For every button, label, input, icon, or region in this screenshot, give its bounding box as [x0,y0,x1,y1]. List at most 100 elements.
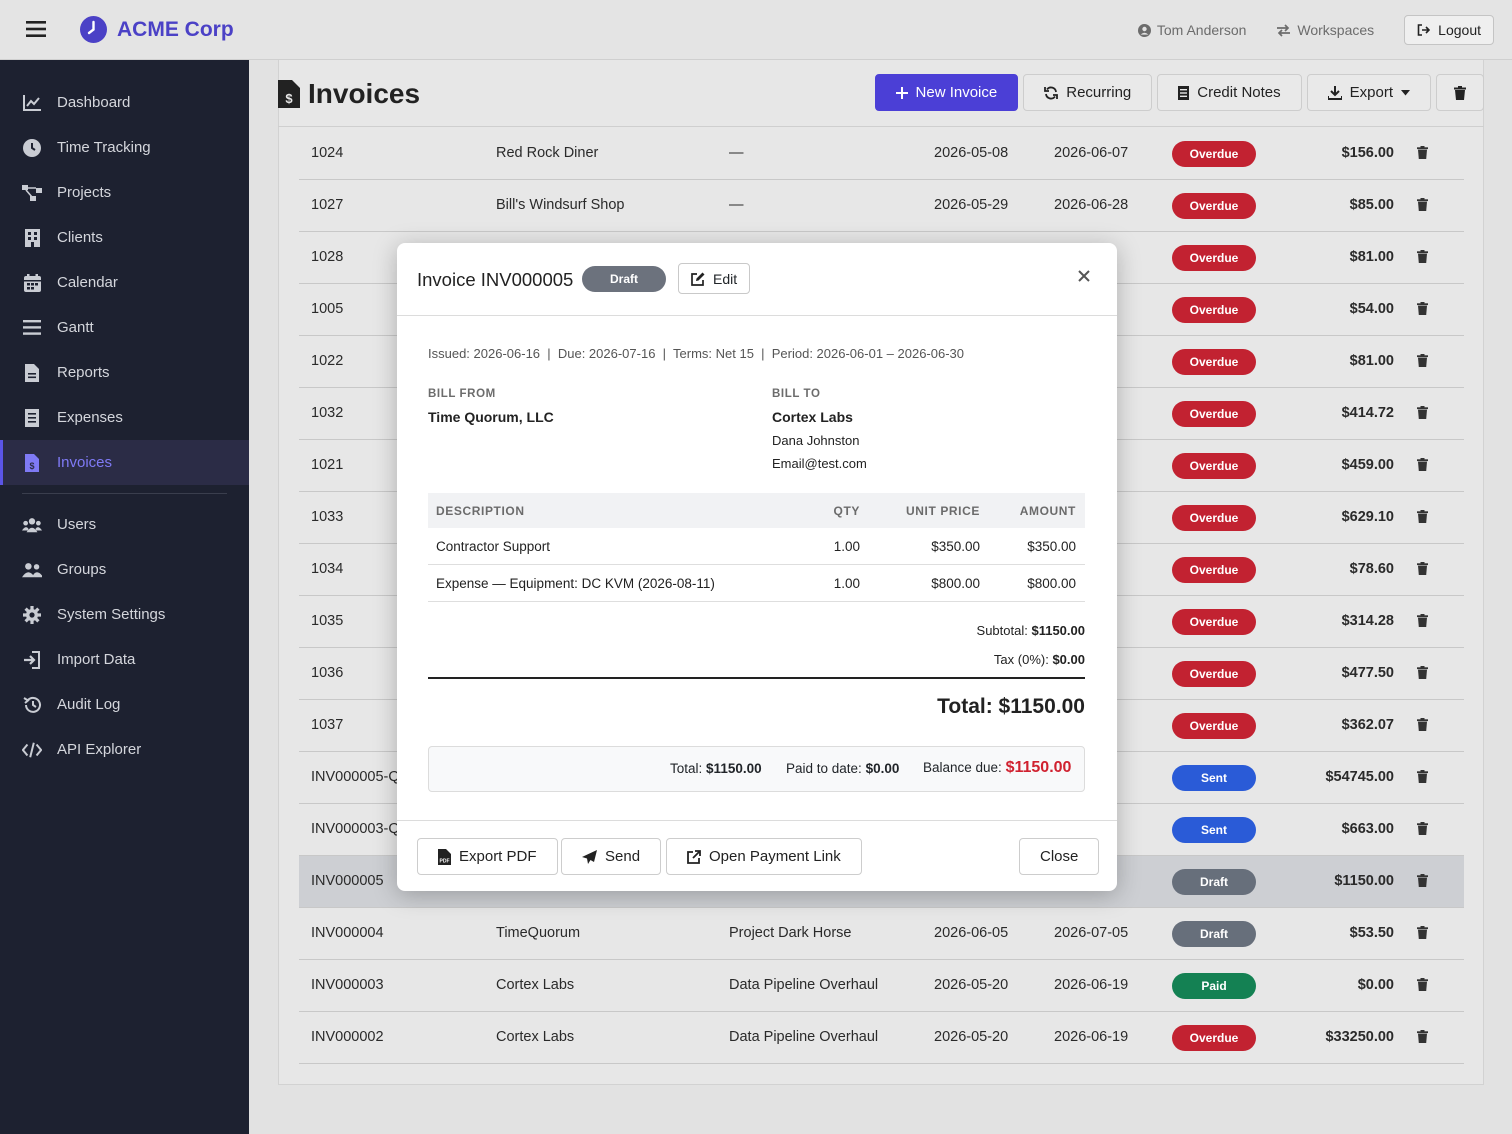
invoice-project: — [729,145,744,161]
invoice-amount: $459.00 [1341,457,1394,473]
sidebar-item-time-tracking[interactable]: Time Tracking [0,125,249,170]
invoice-amount: $0.00 [1357,977,1394,993]
sidebar-item-label: Clients [57,229,103,246]
edit-button[interactable]: Edit [678,263,751,294]
close-icon[interactable] [1077,269,1091,283]
logout-button[interactable]: Logout [1404,15,1494,45]
new-invoice-label: New Invoice [915,84,998,101]
sidebar-divider [22,493,227,494]
close-button[interactable]: Close [1019,838,1100,875]
user-group-icon [22,560,42,580]
invoice-amount: $156.00 [1341,145,1394,161]
trash-icon[interactable] [1417,406,1428,419]
sidebar-item-users[interactable]: Users [0,502,249,547]
sidebar-item-projects[interactable]: Projects [0,170,249,215]
col-description: DESCRIPTION [436,504,525,518]
trash-icon[interactable] [1417,822,1428,835]
sidebar-item-reports[interactable]: Reports [0,350,249,395]
workspaces-link[interactable]: Workspaces [1276,22,1374,38]
trash-icon[interactable] [1417,354,1428,367]
receipt-icon [22,408,42,428]
invoice-client: Red Rock Diner [496,145,599,161]
status-badge: Overdue [1172,609,1256,635]
trash-icon[interactable] [1417,198,1428,211]
trash-icon[interactable] [1417,666,1428,679]
sidebar-item-dashboard[interactable]: Dashboard [0,80,249,125]
sidebar-item-label: Reports [57,364,110,381]
invoice-amount: $85.00 [1349,197,1394,213]
trash-icon[interactable] [1417,510,1428,523]
trash-icon[interactable] [1417,302,1428,315]
sidebar-item-groups[interactable]: Groups [0,547,249,592]
trash-icon[interactable] [1417,770,1428,783]
trash-icon[interactable] [1417,146,1428,159]
trash-icon[interactable] [1417,562,1428,575]
trash-icon[interactable] [1417,874,1428,887]
building-icon [22,228,42,248]
summary-paid: Paid to date: $0.00 [786,761,899,776]
open-payment-link-button[interactable]: Open Payment Link [666,838,862,875]
invoice-number: INV000005 [311,873,384,889]
project-diagram-icon [22,183,42,203]
recurring-button[interactable]: Recurring [1023,74,1153,111]
trash-icon[interactable] [1417,978,1428,991]
table-row[interactable]: 1027 Bill's Windsurf Shop — 2026-05-29 2026-… [299,180,1464,232]
page-actions: New Invoice Recurring Credit Notes Expor… [874,74,1484,111]
invoice-title-icon: $ [278,80,300,108]
table-row[interactable]: INV000002 Cortex Labs Data Pipeline Overha… [299,1012,1464,1064]
trash-icon[interactable] [1417,614,1428,627]
line-item-row: Contractor Support 1.00 $350.00 $350.00 [428,528,1085,565]
sync-icon [1044,86,1059,99]
user-name: Tom Anderson [1156,22,1247,38]
status-badge: Sent [1172,817,1256,843]
invoice-amount: $477.50 [1341,665,1394,681]
table-row[interactable]: INV000003 Cortex Labs Data Pipeline Overha… [299,960,1464,1012]
edit-icon [691,272,705,286]
delete-selected-button[interactable] [1436,74,1484,111]
invoice-issued-date: 2026-05-08 [934,145,1009,161]
user-menu[interactable]: Tom Anderson [1137,22,1247,38]
invoice-client: TimeQuorum [496,925,581,941]
sidebar-item-gantt[interactable]: Gantt [0,305,249,350]
table-row[interactable]: 1024 Red Rock Diner — 2026-05-08 2026-06-07 O… [299,128,1464,180]
import-icon [22,650,42,670]
invoice-modal: Invoice INV000005 Draft Edit Issued: 202… [397,243,1117,891]
send-button[interactable]: Send [561,838,662,875]
bill-to-email: Email@test.com [772,456,867,471]
sidebar-item-invoices[interactable]: $ Invoices [0,440,249,485]
sidebar-item-calendar[interactable]: Calendar [0,260,249,305]
export-dropdown-button[interactable]: Export [1306,74,1431,111]
hamburger-menu-icon[interactable] [26,20,46,38]
sidebar-item-import-data[interactable]: Import Data [0,637,249,682]
history-icon [22,695,42,715]
trash-icon[interactable] [1417,250,1428,263]
invoice-due-date: 2026-07-05 [1054,925,1129,941]
status-badge: Overdue [1172,453,1256,479]
invoice-number: 1034 [311,561,344,577]
status-badge: Overdue [1172,1025,1256,1051]
col-amount: AMOUNT [1019,504,1076,518]
credit-notes-button[interactable]: Credit Notes [1157,74,1302,111]
export-pdf-button[interactable]: PDF Export PDF [417,838,558,875]
trash-icon[interactable] [1417,1030,1428,1043]
summary-paid-label: Paid to date: [786,761,862,776]
trash-icon[interactable] [1417,926,1428,939]
sidebar-item-audit-log[interactable]: Audit Log [0,682,249,727]
brand[interactable]: ACME Corp [80,16,234,43]
invoice-number: 1032 [311,405,344,421]
trash-icon[interactable] [1417,458,1428,471]
sidebar-item-api-explorer[interactable]: API Explorer [0,727,249,772]
trash-icon[interactable] [1417,718,1428,731]
invoice-number: 1024 [311,145,344,161]
status-badge: Overdue [1172,193,1256,219]
table-row[interactable]: INV000004 TimeQuorum Project Dark Horse 202… [299,908,1464,960]
invoice-number: INV000002 [311,1029,384,1045]
line-items-table: DESCRIPTION QTY UNIT PRICE AMOUNT Contra… [428,493,1085,602]
invoice-number: 1028 [311,249,344,265]
sidebar-item-system-settings[interactable]: System Settings [0,592,249,637]
bill-to: BILL TO Cortex Labs Dana Johnston Email@… [772,388,867,471]
file-icon [22,363,42,383]
sidebar-item-clients[interactable]: Clients [0,215,249,260]
new-invoice-button[interactable]: New Invoice [874,74,1019,111]
sidebar-item-expenses[interactable]: Expenses [0,395,249,440]
